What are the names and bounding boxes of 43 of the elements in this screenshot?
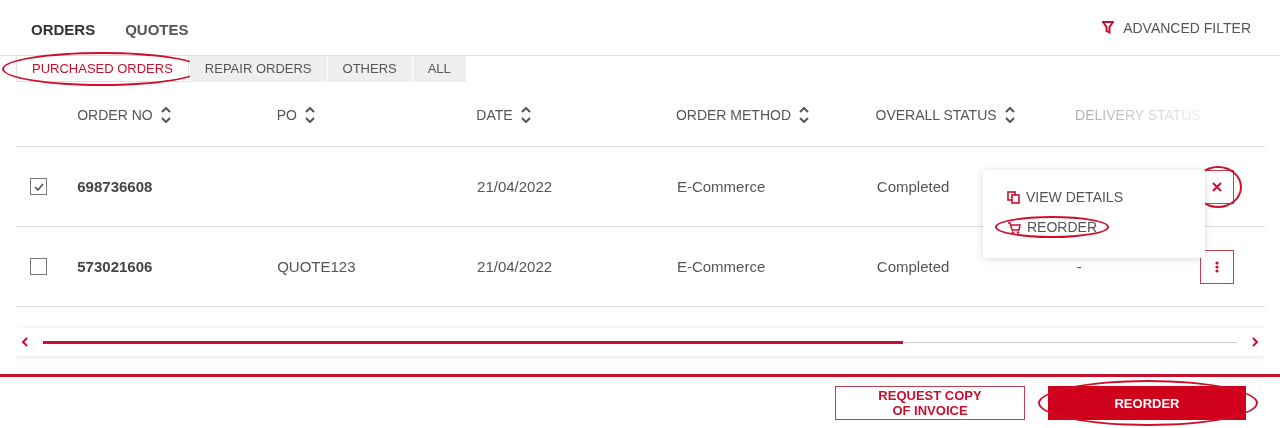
- more-button[interactable]: [1200, 249, 1234, 284]
- table-cell: 21/04/2022: [477, 178, 553, 195]
- reorder-button[interactable]: REORDER: [1048, 386, 1246, 420]
- order-type-tab[interactable]: OTHERS: [327, 56, 412, 82]
- sort-icon: [305, 106, 315, 123]
- table-cell: -: [1076, 258, 1082, 275]
- row-checkbox[interactable]: [30, 178, 47, 195]
- menu-item[interactable]: VIEW DETAILS: [1007, 189, 1123, 205]
- order-type-tab[interactable]: PURCHASED ORDERS: [16, 56, 189, 82]
- sort-icon: [520, 106, 531, 123]
- table-cell: Completed: [876, 178, 950, 195]
- section-tab[interactable]: QUOTES: [125, 20, 189, 38]
- order-type-tab[interactable]: REPAIR ORDERS: [189, 56, 327, 82]
- order-type-tab[interactable]: ALL: [412, 56, 466, 82]
- menu-item[interactable]: REORDER: [1007, 219, 1097, 235]
- column-header[interactable]: PO: [276, 106, 297, 123]
- chevron-left-icon: [21, 337, 29, 347]
- section-tab[interactable]: ORDERS: [31, 20, 96, 38]
- copy-icon: [1007, 190, 1020, 204]
- table-cell: E-Commerce: [676, 178, 766, 195]
- column-header[interactable]: DATE: [476, 106, 513, 123]
- more-icon: [1215, 260, 1219, 273]
- sort-icon: [799, 106, 810, 123]
- column-header[interactable]: OVERALL STATUS: [875, 106, 997, 123]
- table-cell: E-Commerce: [676, 258, 766, 275]
- table-cell: 21/04/2022: [477, 258, 553, 275]
- column-header[interactable]: ORDER METHOD: [675, 106, 792, 123]
- sort-icon: [160, 106, 171, 123]
- filter-icon: [1102, 21, 1115, 34]
- check-icon: [33, 182, 44, 191]
- table-cell: QUOTE123: [277, 258, 356, 275]
- row-checkbox[interactable]: [30, 258, 47, 275]
- sort-icon: [1004, 106, 1015, 123]
- close-icon: [1212, 181, 1222, 192]
- advanced-filter-button[interactable]: ADVANCED FILTER: [1102, 19, 1251, 36]
- table-cell: 573021606: [77, 258, 153, 275]
- table-cell: Completed: [876, 258, 950, 275]
- scrollbar-thumb[interactable]: [43, 340, 903, 344]
- table-cell: 698736608: [77, 178, 153, 195]
- cart-icon: [1007, 220, 1021, 234]
- column-header[interactable]: ORDER NO: [77, 106, 153, 123]
- chevron-right-icon: [1251, 337, 1259, 347]
- request-invoice-button[interactable]: REQUEST COPY OF INVOICE: [835, 386, 1025, 420]
